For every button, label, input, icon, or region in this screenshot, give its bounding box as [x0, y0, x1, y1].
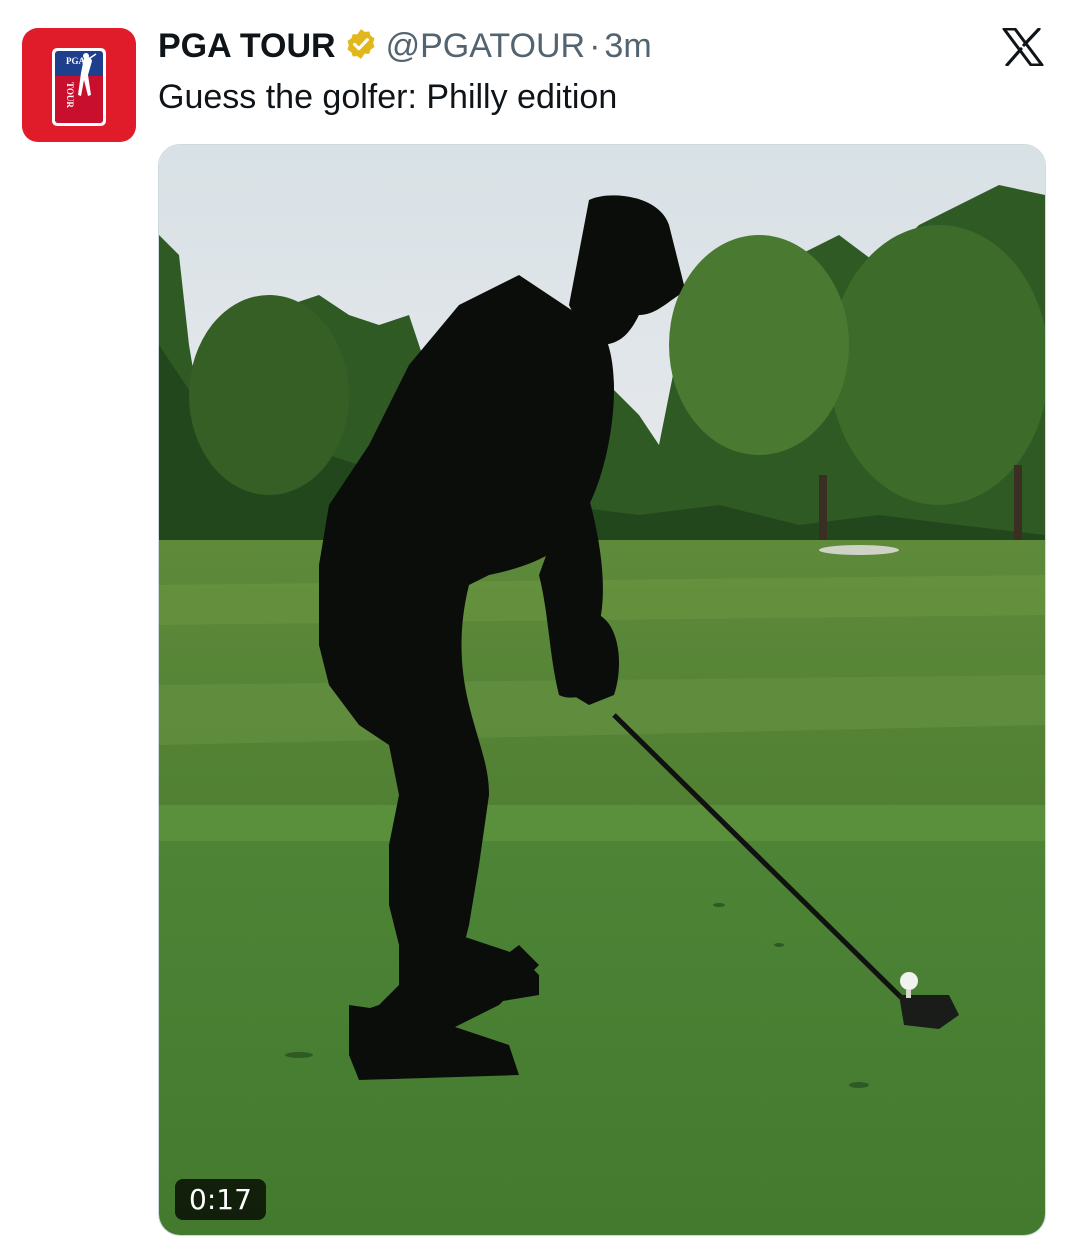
- video-player[interactable]: 0:17: [158, 144, 1046, 1236]
- pga-tour-logo: PGA TOUR: [52, 48, 106, 126]
- tweet-text: Guess the golfer: Philly edition: [158, 78, 618, 116]
- svg-text:PGA: PGA: [66, 56, 85, 66]
- author-display-name[interactable]: PGA TOUR: [158, 27, 336, 66]
- separator-dot: ·: [589, 26, 601, 65]
- avatar[interactable]: PGA TOUR: [22, 28, 136, 142]
- author-handle[interactable]: @PGATOUR: [386, 27, 586, 66]
- x-logo-icon[interactable]: [1002, 27, 1044, 67]
- video-frame: [159, 145, 1045, 1235]
- tweet-timestamp[interactable]: 3m: [604, 27, 651, 66]
- svg-text:TOUR: TOUR: [65, 82, 75, 108]
- tweet-header: PGA TOUR @PGATOUR · 3m: [158, 24, 652, 68]
- verified-badge-icon: [336, 27, 386, 66]
- golf-ball: [900, 972, 918, 990]
